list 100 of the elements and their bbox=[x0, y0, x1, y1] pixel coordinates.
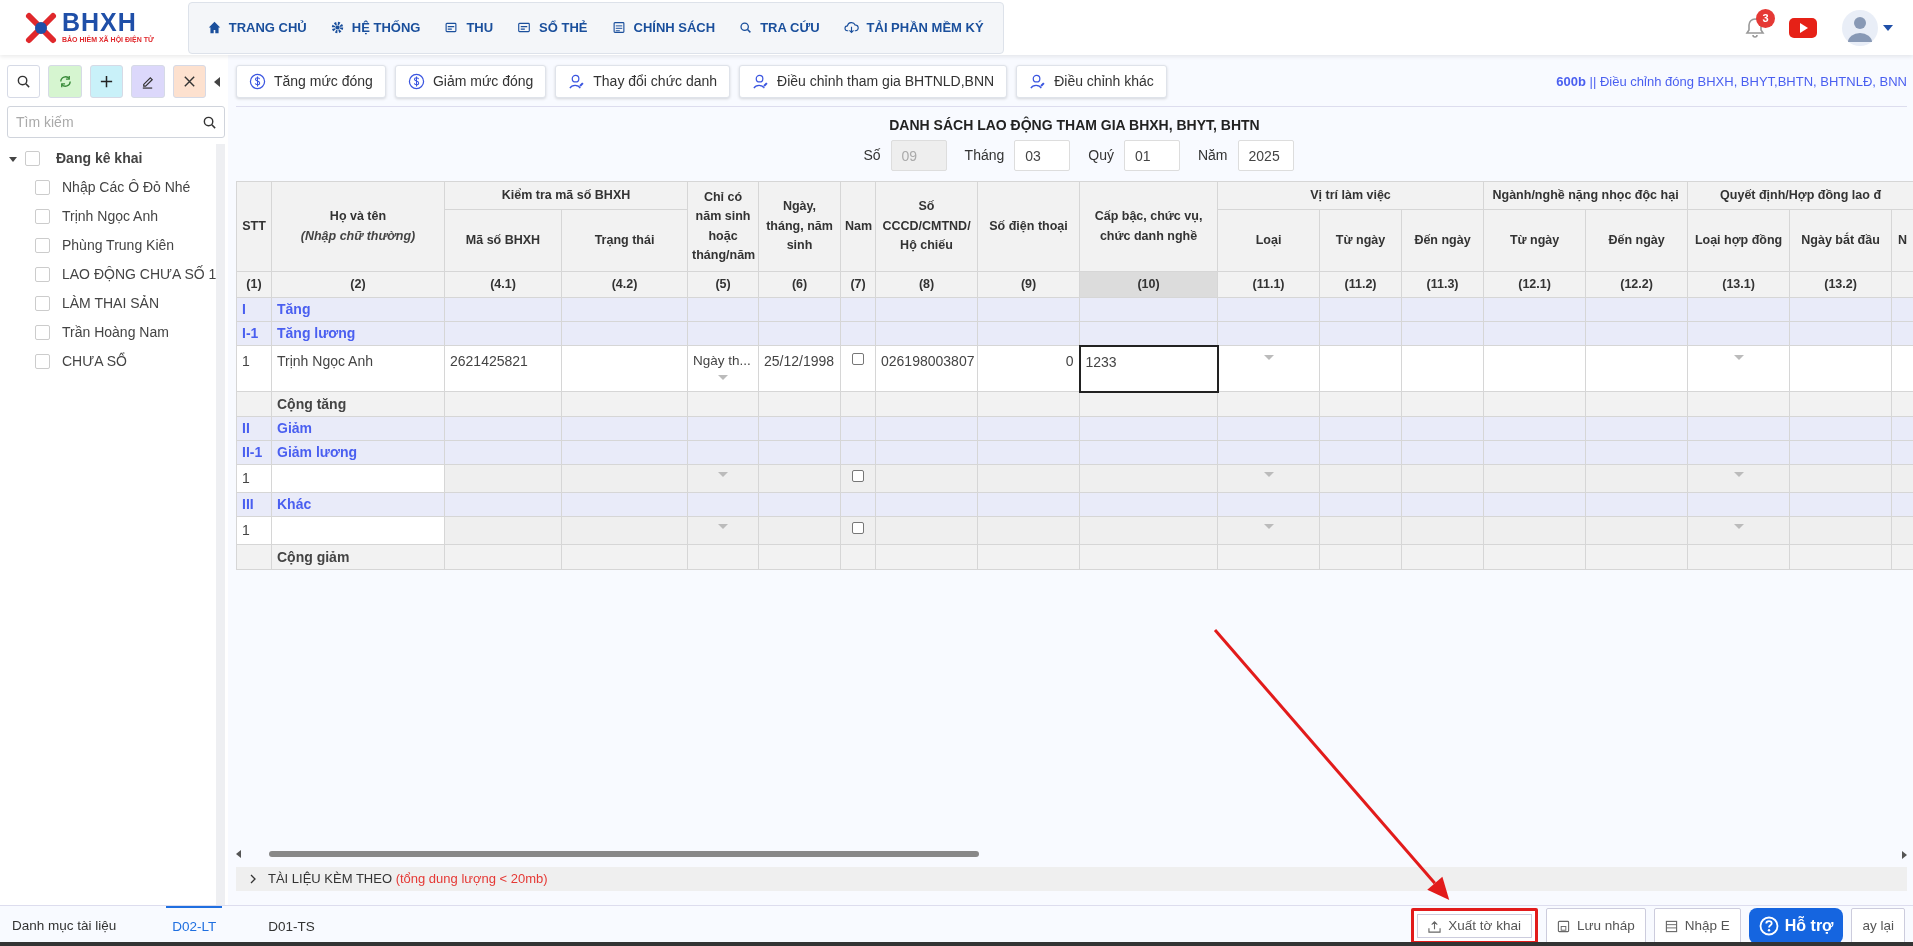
caret-down-icon bbox=[9, 154, 17, 163]
dropdown-caret-icon bbox=[1733, 472, 1744, 477]
column-number: (5) bbox=[687, 271, 759, 298]
table-cell[interactable]: 0 bbox=[977, 345, 1080, 392]
tree-item[interactable]: LAO ĐỘNG CHƯA SỐ 1 bbox=[62, 264, 217, 285]
column-number: (12.1) bbox=[1483, 271, 1586, 298]
column-header: Ngày bắt đầu bbox=[1789, 209, 1892, 272]
table-cell[interactable]: 1233 bbox=[1079, 345, 1218, 392]
plus-button[interactable] bbox=[89, 65, 124, 98]
field-label: Quý bbox=[1088, 146, 1114, 165]
menu-link[interactable]: SỔ THẺ bbox=[508, 11, 597, 44]
tree-checkbox[interactable] bbox=[35, 325, 50, 340]
field-label: Năm bbox=[1197, 146, 1228, 165]
action-button[interactable]: Giảm mức đóng bbox=[394, 65, 547, 98]
input-field[interactable]: 2025 bbox=[1237, 140, 1294, 171]
table-icon bbox=[1664, 919, 1678, 933]
column-header: Từ ngày bbox=[1483, 209, 1586, 272]
scroll-left-icon bbox=[236, 850, 241, 858]
tree-item[interactable]: Nhập Các Ô Đỏ Nhé bbox=[62, 177, 191, 198]
footer-button[interactable]: ay lại bbox=[1851, 907, 1905, 945]
tree-checkbox[interactable] bbox=[35, 354, 50, 369]
table-cell: 1 bbox=[236, 516, 272, 545]
column-group-header: Quyết định/Hợp đồng lao đ bbox=[1687, 181, 1913, 210]
column-group-header: Vị trí làm việc bbox=[1217, 181, 1484, 210]
user-edit-icon bbox=[752, 73, 770, 90]
section-number: I bbox=[236, 297, 272, 322]
dropdown-caret-icon bbox=[1263, 472, 1274, 477]
tree-checkbox[interactable] bbox=[25, 151, 40, 166]
table-cell[interactable]: 25/12/1998 bbox=[758, 345, 841, 392]
refresh-button[interactable] bbox=[48, 65, 82, 98]
documents-label: Danh mục tài liệu bbox=[12, 916, 117, 935]
column-header: Loại hợp đồng bbox=[1687, 209, 1790, 272]
menu-link[interactable]: TRA CỨU bbox=[730, 11, 829, 44]
tree-item[interactable]: Đang kê khai bbox=[56, 148, 143, 169]
section-title: Tăng lương bbox=[271, 321, 445, 346]
table-cell[interactable]: 2621425821 bbox=[444, 345, 562, 392]
tree-item[interactable]: Trần Hoàng Nam bbox=[62, 322, 169, 343]
tree-checkbox[interactable] bbox=[35, 180, 50, 195]
section-title: Giảm bbox=[271, 416, 445, 441]
search-button[interactable] bbox=[7, 65, 41, 98]
tree-item[interactable]: LÀM THAI SẢN bbox=[62, 293, 159, 314]
column-number: (13.1) bbox=[1687, 271, 1790, 298]
column-group-header: Ngành/nghề nặng nhọc độc hại bbox=[1483, 181, 1688, 210]
user-edit-icon bbox=[568, 73, 586, 90]
dropdown-caret-icon bbox=[718, 524, 728, 529]
column-number: (8) bbox=[875, 271, 978, 298]
logo-icon bbox=[24, 10, 58, 45]
section-number: I-1 bbox=[236, 321, 272, 346]
tree-checkbox[interactable] bbox=[35, 267, 50, 282]
tree-checkbox[interactable] bbox=[35, 296, 50, 311]
dropdown-caret-icon bbox=[1733, 524, 1744, 529]
horizontal-scrollbar[interactable] bbox=[236, 847, 1907, 861]
card-icon bbox=[517, 21, 532, 34]
column-number: (2) bbox=[271, 271, 445, 298]
attachments-toggle[interactable]: TÀI LIỆU KÈM THEO (tổng dung lượng < 20mb) bbox=[268, 869, 548, 889]
table-cell: Trịnh Ngọc Anh bbox=[271, 345, 445, 392]
help-button[interactable]: Hỗ trợ bbox=[1748, 907, 1844, 945]
menu-link[interactable]: HỆ THỐNG bbox=[321, 11, 430, 44]
tree-checkbox[interactable] bbox=[35, 238, 50, 253]
action-button[interactable]: Tăng mức đóng bbox=[236, 65, 386, 98]
column-header: Từ ngày bbox=[1319, 209, 1402, 272]
video-play-icon bbox=[1789, 17, 1817, 38]
menu-link[interactable]: TRANG CHỦ bbox=[198, 11, 316, 44]
column-header: Số điện thoại bbox=[977, 181, 1080, 272]
footer-button[interactable]: Nhập E bbox=[1653, 907, 1741, 945]
input-field[interactable]: 03 bbox=[1014, 140, 1071, 171]
action-button[interactable]: Thay đổi chức danh bbox=[555, 65, 731, 98]
section-title: Tăng bbox=[271, 297, 445, 322]
checkbox[interactable] bbox=[852, 353, 864, 365]
column-number: (10) bbox=[1079, 271, 1218, 298]
dropdown-caret-icon bbox=[1733, 355, 1744, 360]
column-number: (4.1) bbox=[444, 271, 562, 298]
pencil-button[interactable] bbox=[131, 65, 165, 98]
search-icon bbox=[739, 21, 753, 34]
footer-button[interactable]: Lưu nháp bbox=[1545, 907, 1646, 945]
table-cell[interactable]: 026198003807 bbox=[875, 345, 978, 392]
document-tab[interactable]: D01-TS bbox=[262, 906, 321, 946]
tree-item[interactable]: CHƯA SỔ bbox=[62, 351, 127, 372]
field-label: Số bbox=[863, 146, 881, 165]
input-field[interactable]: 01 bbox=[1123, 140, 1180, 171]
close-button[interactable] bbox=[172, 65, 207, 98]
tree-item[interactable]: Phùng Trung Kiên bbox=[62, 235, 175, 256]
bell-icon bbox=[1745, 16, 1765, 39]
column-header: Số CCCD/CMTND/ Hộ chiếu bbox=[875, 181, 978, 272]
column-header: Đến ngày bbox=[1585, 209, 1688, 272]
tree-item[interactable]: Trịnh Ngọc Anh bbox=[62, 206, 158, 227]
action-button[interactable]: Điều chỉnh tham gia BHTNLD,BNN bbox=[739, 65, 1008, 98]
search-field[interactable]: Tìm kiếm bbox=[7, 106, 225, 138]
action-button[interactable]: Điều chỉnh khác bbox=[1016, 65, 1167, 98]
menu-link[interactable]: THU bbox=[435, 11, 503, 44]
menu-link[interactable]: TẢI PHẦN MỀM KÝ bbox=[834, 11, 993, 44]
footer-button[interactable]: Xuất tờ khai bbox=[1411, 907, 1538, 945]
field-label: Tháng bbox=[964, 146, 1005, 165]
menu-link[interactable]: CHÍNH SÁCH bbox=[602, 11, 725, 44]
pencil-icon bbox=[140, 74, 156, 89]
tree-checkbox[interactable] bbox=[35, 209, 50, 224]
scroll-right-icon bbox=[1902, 850, 1907, 859]
table-title: DANH SÁCH LAO ĐỘNG THAM GIA BHXH, BHYT, BHTN bbox=[888, 115, 1261, 135]
user-edit-icon bbox=[1029, 73, 1047, 90]
column-note: (Nhập chữ thường) bbox=[299, 227, 417, 245]
